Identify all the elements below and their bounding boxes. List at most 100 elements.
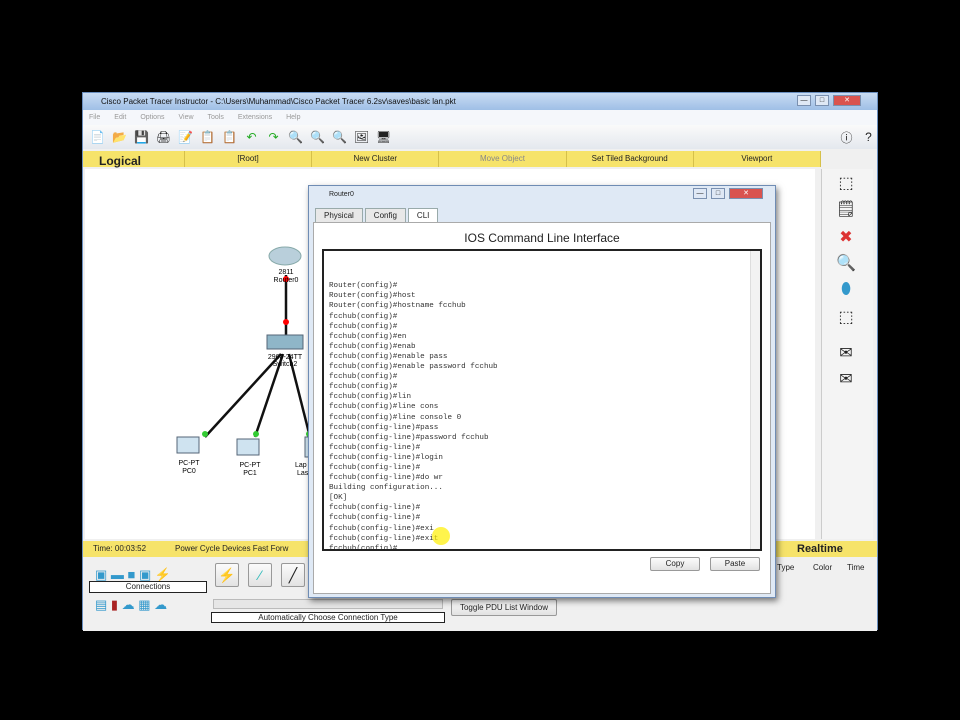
terminal-line: Router(config)# — [329, 282, 398, 291]
pc0-icon — [176, 436, 200, 454]
zoom-out-icon[interactable]: 🔍 — [331, 129, 348, 146]
save-icon[interactable]: 💾 — [133, 129, 150, 146]
terminal-line: fcchub(config)# — [329, 373, 398, 382]
wizard-icon[interactable]: 📝 — [177, 129, 194, 146]
menu-options[interactable]: Options — [140, 114, 164, 121]
dialog-maximize-button[interactable]: □ — [711, 188, 725, 199]
terminal-lines: Router(config)# Router(config)#host Router… — [329, 281, 760, 551]
cli-title: IOS Command Line Interface — [464, 231, 620, 245]
help-icon[interactable]: ? — [860, 129, 877, 146]
dialog-minimize-button[interactable]: — — [693, 188, 707, 199]
pc1-icon — [236, 438, 260, 456]
open-icon[interactable]: 📂 — [111, 129, 128, 146]
custom-device-icon[interactable]: 🖥 — [375, 129, 392, 146]
terminal-line: fcchub(config-line)#exi — [329, 524, 434, 533]
time-display: Time: 00:03:52 — [93, 544, 147, 553]
menu-edit[interactable]: Edit — [114, 114, 126, 121]
terminal-line: fcchub(config-line)# — [329, 463, 421, 472]
redo-icon[interactable]: ↷ — [265, 129, 282, 146]
power-cycle-button[interactable]: Power Cycle Devices Fast Forw — [175, 541, 288, 557]
router-name: Router0 — [274, 277, 299, 284]
link-status-dot — [202, 431, 208, 437]
horizontal-scrollbar[interactable] — [213, 599, 443, 609]
terminal-line: fcchub(config)#line console 0 — [329, 413, 462, 422]
link-status-dot — [253, 431, 259, 437]
pc0-name: PC0 — [182, 468, 196, 475]
new-icon[interactable]: 📄 — [89, 129, 106, 146]
copy-icon[interactable]: 📋 — [199, 129, 216, 146]
add-simple-pdu-icon[interactable]: ✉ — [834, 343, 858, 365]
terminal-line: fcchub(config)#line cons — [329, 403, 439, 412]
terminal-line: fcchub(config)#enable password fcchub — [329, 363, 498, 372]
terminal-line: fcchub(config-line)#login — [329, 453, 443, 462]
copy-button[interactable]: Copy — [650, 557, 700, 571]
terminal-line: fcchub(config-line)#exit — [329, 534, 439, 543]
root-button[interactable]: [Root] — [185, 151, 313, 167]
terminal-line: fcchub(config)#lin — [329, 393, 412, 402]
switch-model: 2960-24TT — [268, 354, 303, 361]
paste-icon[interactable]: 📋 — [221, 129, 238, 146]
menu-help[interactable]: Help — [286, 114, 300, 121]
viewport-button[interactable]: Viewport — [694, 151, 821, 167]
console-cable-icon[interactable]: ⁄ — [248, 563, 272, 587]
delete-icon[interactable]: ✖ — [834, 227, 858, 249]
resize-icon[interactable]: ⬚ — [834, 307, 858, 329]
pc0-model: PC-PT — [179, 460, 201, 467]
window-title: Cisco Packet Tracer Instructor - C:\User… — [101, 97, 456, 106]
note-icon[interactable]: 🗒 — [834, 199, 858, 221]
dialog-close-button[interactable]: ✕ — [729, 188, 763, 199]
mouse-cursor-highlight — [432, 527, 450, 545]
paste-button[interactable]: Paste — [710, 557, 760, 571]
straight-cable-icon[interactable]: ╱ — [281, 563, 305, 587]
tab-config[interactable]: Config — [364, 208, 406, 223]
cli-terminal[interactable]: Router(config)# Router(config)#host Router… — [322, 249, 762, 551]
workspace-bar: [Root] New Cluster Move Object Set Tiled… — [83, 151, 821, 167]
col-type: Type — [777, 563, 795, 572]
menu-tools[interactable]: Tools — [208, 114, 224, 121]
menu-view[interactable]: View — [178, 114, 193, 121]
terminal-line: fcchub(config)#enab — [329, 342, 416, 351]
info-icon[interactable]: ⓘ — [838, 129, 855, 146]
title-bar: Cisco Packet Tracer Instructor - C:\User… — [83, 93, 877, 110]
terminal-scrollbar[interactable] — [750, 251, 760, 549]
menu-extensions[interactable]: Extensions — [238, 114, 272, 121]
set-tiled-background-button[interactable]: Set Tiled Background — [567, 151, 694, 167]
select-icon[interactable]: ⬚ — [834, 173, 858, 195]
terminal-line: fcchub(config-line)# — [329, 514, 421, 523]
terminal-line: fcchub(config)# — [329, 322, 398, 331]
terminal-line: fcchub(config-line)# — [329, 443, 421, 452]
terminal-line: fcchub(config)# — [329, 544, 398, 551]
laptop-model: Lap — [295, 462, 307, 469]
close-button[interactable]: ✕ — [833, 95, 861, 106]
new-cluster-button[interactable]: New Cluster — [312, 151, 440, 167]
switch-name: Switch2 — [273, 361, 298, 368]
move-object-button[interactable]: Move Object — [439, 151, 567, 167]
terminal-line: fcchub(config-line)#do wr — [329, 474, 443, 483]
tab-physical[interactable]: Physical — [315, 208, 363, 223]
device-subtype-icons[interactable]: ▤ ▮ ☁ ▦ ☁ — [95, 597, 167, 613]
undo-icon[interactable]: ↶ — [243, 129, 260, 146]
zoom-in-icon[interactable]: 🔍 — [287, 129, 304, 146]
pc1-model: PC-PT — [240, 462, 262, 469]
terminal-line: Router(config)#host — [329, 292, 416, 301]
inspect-icon[interactable]: 🔍 — [834, 253, 858, 275]
minimize-button[interactable]: — — [797, 95, 811, 106]
maximize-button[interactable]: □ — [815, 95, 829, 106]
dialog-tabs: Physical Config CLI — [315, 208, 440, 223]
terminal-line: Router(config)#hostname fcchub — [329, 302, 466, 311]
zoom-reset-icon[interactable]: 🔍 — [309, 129, 326, 146]
toggle-pdu-list-button[interactable]: Toggle PDU List Window — [451, 599, 557, 616]
menu-file[interactable]: File — [89, 114, 100, 121]
terminal-line: Building configuration... — [329, 484, 443, 493]
print-icon[interactable]: 🖨 — [155, 129, 172, 146]
realtime-tab[interactable]: Realtime — [797, 541, 843, 557]
auto-connection-icon[interactable]: ⚡ — [215, 563, 239, 587]
add-complex-pdu-icon[interactable]: ✉ — [834, 369, 858, 391]
palette-icon[interactable]: 🖼 — [353, 129, 370, 146]
connection-type-label: Automatically Choose Connection Type — [211, 612, 445, 623]
tab-cli[interactable]: CLI — [407, 208, 439, 223]
router-model: 2811 — [278, 269, 293, 276]
terminal-line: fcchub(config)# — [329, 383, 398, 392]
terminal-line: fcchub(config)#enable pass — [329, 352, 448, 361]
draw-shape-icon[interactable]: ⬮ — [834, 281, 858, 303]
